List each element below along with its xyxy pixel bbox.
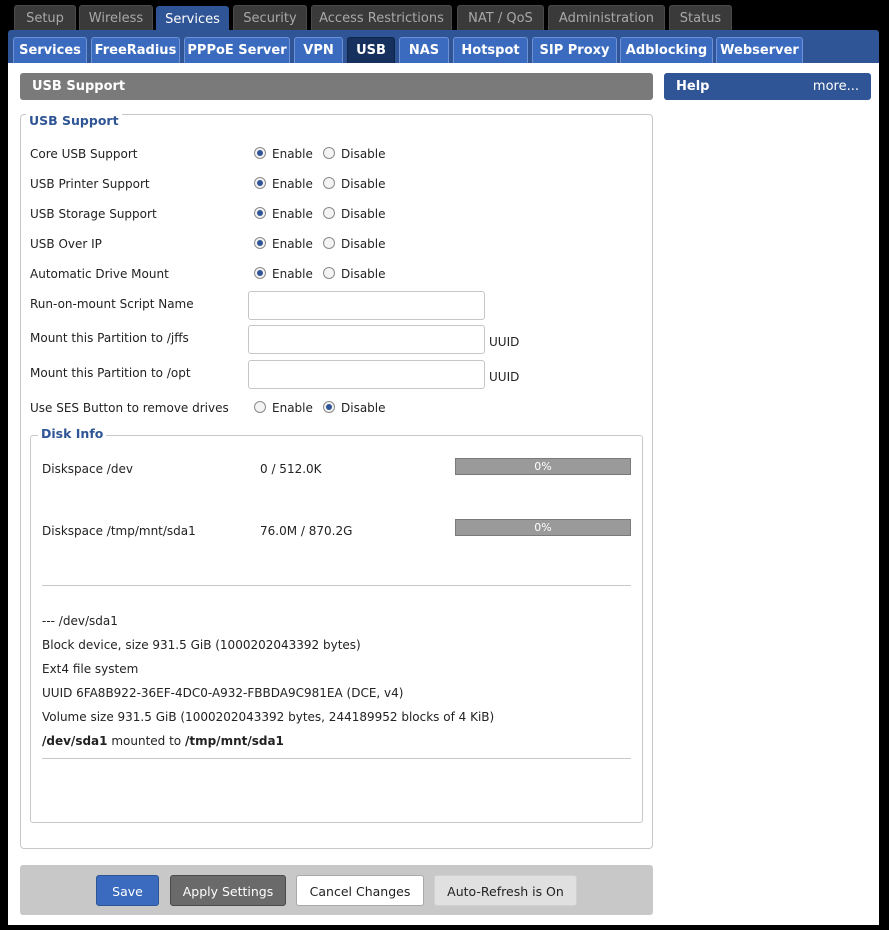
- core-usb-disable[interactable]: Disable: [323, 147, 386, 161]
- core-usb-enable[interactable]: Enable: [254, 147, 313, 161]
- auto-mount-enable[interactable]: Enable: [254, 267, 313, 281]
- apply-settings-button[interactable]: Apply Settings: [170, 875, 286, 906]
- radio-icon[interactable]: [323, 207, 335, 219]
- radio-icon[interactable]: [254, 207, 266, 219]
- mount-target: /tmp/mnt/sda1: [184, 734, 284, 748]
- jffs-partition-label: Mount this Partition to /jffs: [30, 331, 189, 345]
- subtab-hotspot[interactable]: Hotspot: [453, 37, 528, 63]
- progress-label: 0%: [534, 521, 552, 534]
- usb-over-ip-enable[interactable]: Enable: [254, 237, 313, 251]
- usb-printer-label: USB Printer Support: [30, 177, 150, 191]
- radio-icon[interactable]: [254, 267, 266, 279]
- help-more-link[interactable]: more...: [813, 73, 859, 100]
- jffs-uuid-suffix: UUID: [489, 335, 520, 349]
- usb-storage-label: USB Storage Support: [30, 207, 157, 221]
- script-name-label: Run-on-mount Script Name: [30, 297, 194, 311]
- auto-mount-disable[interactable]: Disable: [323, 267, 386, 281]
- script-name-input[interactable]: [248, 291, 485, 320]
- radio-icon[interactable]: [323, 401, 335, 413]
- usb-printer-disable[interactable]: Disable: [323, 177, 386, 191]
- diskspace-sda1-label: Diskspace /tmp/mnt/sda1: [42, 524, 196, 538]
- help-panel-header: Help more...: [664, 73, 871, 100]
- radio-icon[interactable]: [323, 237, 335, 249]
- diskspace-dev-progress: 0%: [455, 458, 631, 475]
- usb-storage-disable[interactable]: Disable: [323, 207, 386, 221]
- core-usb-label: Core USB Support: [30, 147, 138, 161]
- subtab-freeradius[interactable]: FreeRadius: [91, 37, 180, 63]
- subtab-vpn[interactable]: VPN: [294, 37, 343, 63]
- divider: [42, 758, 631, 759]
- opt-partition-label: Mount this Partition to /opt: [30, 366, 191, 380]
- info-line: Ext4 file system: [42, 662, 139, 676]
- tab-services[interactable]: Services: [156, 6, 229, 32]
- tab-access-restrictions[interactable]: Access Restrictions: [311, 5, 452, 31]
- subtab-usb[interactable]: USB: [347, 37, 395, 63]
- radio-icon[interactable]: [254, 401, 266, 413]
- tab-setup[interactable]: Setup: [14, 5, 76, 31]
- radio-icon[interactable]: [254, 147, 266, 159]
- info-line: UUID 6FA8B922-36EF-4DC0-A932-FBBDA9C981E…: [42, 686, 404, 700]
- subtab-pppoe-server[interactable]: PPPoE Server: [184, 37, 290, 63]
- cancel-changes-button[interactable]: Cancel Changes: [296, 875, 424, 906]
- tab-security[interactable]: Security: [233, 5, 307, 31]
- diskspace-sda1-progress: 0%: [455, 519, 631, 536]
- tab-wireless[interactable]: Wireless: [79, 5, 153, 31]
- disk-info-legend: Disk Info: [38, 426, 107, 441]
- info-line: Volume size 931.5 GiB (1000202043392 byt…: [42, 710, 495, 724]
- usb-printer-enable[interactable]: Enable: [254, 177, 313, 191]
- top-nav: Setup Wireless Services Security Access …: [0, 0, 889, 32]
- mount-line: /dev/sda1 mounted to /tmp/mnt/sda1: [42, 734, 284, 748]
- subtab-services[interactable]: Services: [13, 37, 87, 63]
- disk-info-panel: [30, 435, 643, 823]
- auto-refresh-button[interactable]: Auto-Refresh is On: [434, 875, 577, 906]
- diskspace-sda1-value: 76.0M / 870.2G: [260, 524, 353, 538]
- radio-icon[interactable]: [323, 267, 335, 279]
- radio-icon[interactable]: [323, 147, 335, 159]
- opt-partition-input[interactable]: [248, 360, 485, 389]
- subtab-sip-proxy[interactable]: SIP Proxy: [532, 37, 617, 63]
- subtab-nas[interactable]: NAS: [399, 37, 449, 63]
- section-title: USB Support: [20, 73, 653, 100]
- mount-device: /dev/sda1: [42, 734, 108, 748]
- info-line: --- /dev/sda1: [42, 614, 118, 628]
- tab-administration[interactable]: Administration: [548, 5, 665, 31]
- help-title: Help: [676, 79, 710, 94]
- radio-icon[interactable]: [254, 237, 266, 249]
- usb-storage-enable[interactable]: Enable: [254, 207, 313, 221]
- divider: [42, 585, 631, 586]
- subtab-webserver[interactable]: Webserver: [716, 37, 803, 63]
- jffs-partition-input[interactable]: [248, 325, 485, 354]
- ses-enable[interactable]: Enable: [254, 401, 313, 415]
- usb-over-ip-disable[interactable]: Disable: [323, 237, 386, 251]
- ses-button-label: Use SES Button to remove drives: [30, 401, 229, 415]
- diskspace-dev-label: Diskspace /dev: [42, 462, 133, 476]
- radio-icon[interactable]: [323, 177, 335, 189]
- usb-support-legend: USB Support: [26, 113, 122, 128]
- auto-mount-label: Automatic Drive Mount: [30, 267, 169, 281]
- ses-disable[interactable]: Disable: [323, 401, 386, 415]
- mount-mid: mounted to: [111, 734, 182, 748]
- opt-uuid-suffix: UUID: [489, 370, 520, 384]
- subtab-adblocking[interactable]: Adblocking: [620, 37, 713, 63]
- save-button[interactable]: Save: [96, 875, 159, 906]
- info-line: Block device, size 931.5 GiB (1000202043…: [42, 638, 361, 652]
- progress-label: 0%: [534, 460, 552, 473]
- diskspace-dev-value: 0 / 512.0K: [260, 462, 322, 476]
- tab-status[interactable]: Status: [669, 5, 732, 31]
- usb-over-ip-label: USB Over IP: [30, 237, 102, 251]
- tab-nat-qos[interactable]: NAT / QoS: [457, 5, 544, 31]
- radio-icon[interactable]: [254, 177, 266, 189]
